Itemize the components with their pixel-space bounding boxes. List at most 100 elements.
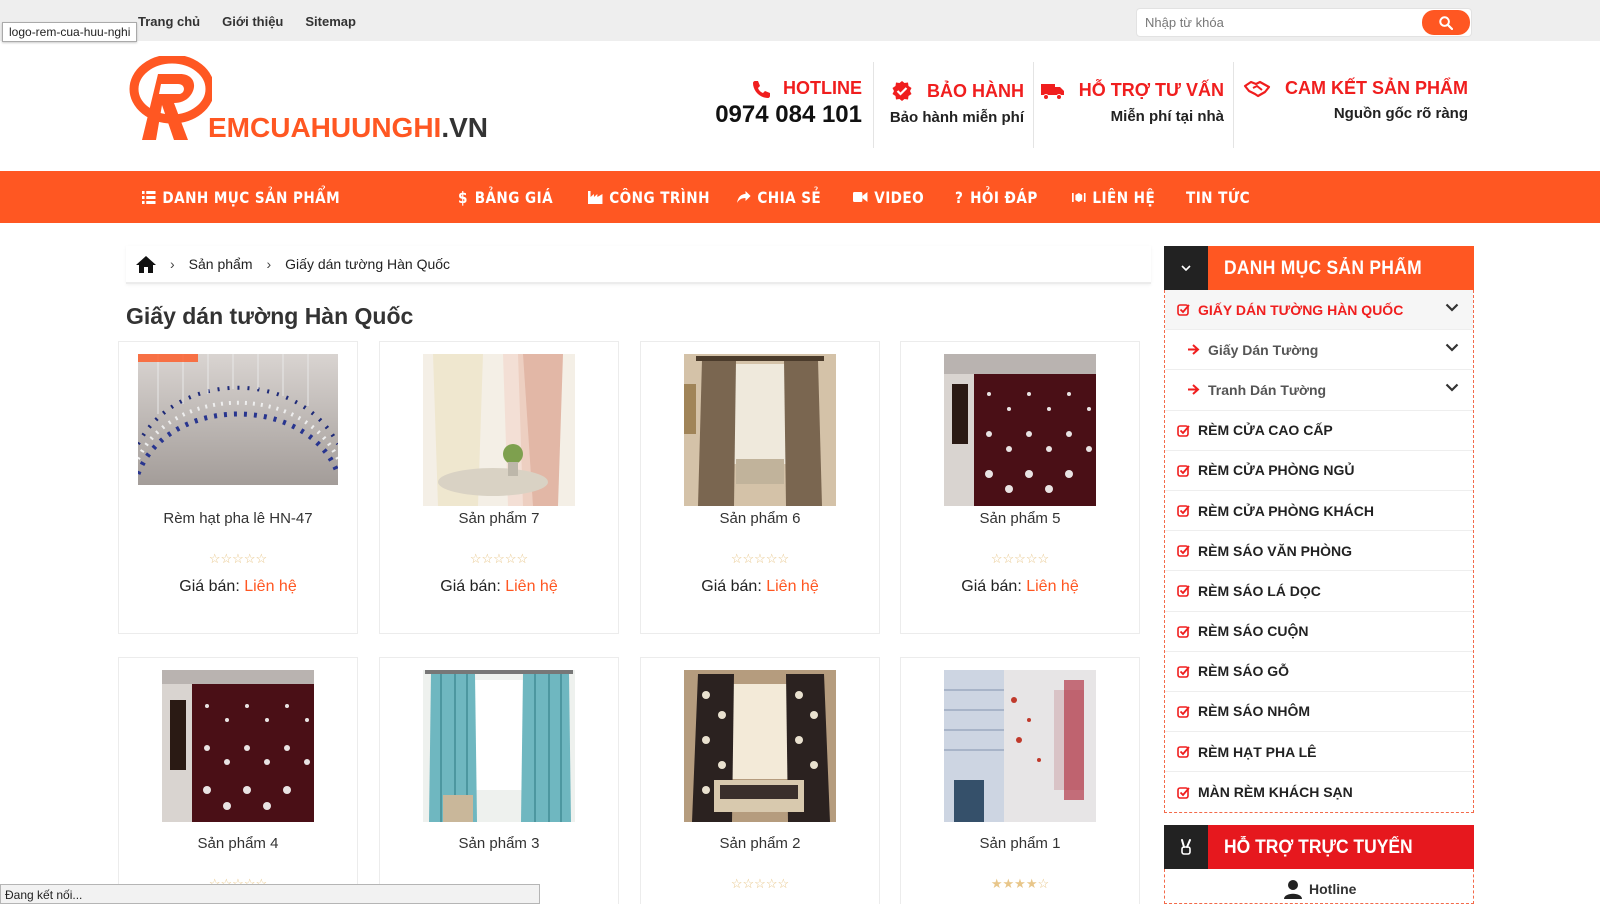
truck-icon [1040,83,1064,100]
nav-news[interactable]: TIN TỨC [1186,171,1250,223]
product-image[interactable] [423,670,575,822]
nav-video[interactable]: VIDEO [853,171,924,223]
nav-product-catalog[interactable]: DANH MỤC SẢN PHẨM [142,171,340,223]
nav-pricing[interactable]: $ BẢNG GIÁ [458,171,553,223]
logo-r-mark [129,56,212,140]
search-input[interactable] [1137,9,1419,36]
check-square-icon [1177,746,1190,758]
chevron-down-icon[interactable] [1445,343,1459,352]
nav-contact-label: LIÊN HỆ [1092,187,1156,207]
product-name[interactable]: Sản phẩm 3 [380,835,618,852]
sidebar-item-living-room-curtains[interactable]: RÈM CỬA PHÒNG KHÁCH [1165,491,1473,532]
nav-share-label: CHIA SẺ [757,187,822,207]
support-title: HỖ TRỢ TRỰC TUYẾN [1224,837,1413,858]
check-square-icon [1177,706,1190,718]
commitment-title: CAM KẾT SẢN PHẨM [1285,78,1468,98]
main-nav: DANH MỤC SẢN PHẨM $ BẢNG GIÁ CÔNG TRÌNH … [0,171,1600,223]
product-price: Giá bán: Liên hệ [380,578,618,596]
product-card[interactable]: Sản phẩm 2 ☆☆☆☆☆ [640,657,880,904]
rating-stars: ☆☆☆☆☆ [469,551,529,566]
support-title: HỖ TRỢ TƯ VẤN [1078,80,1224,100]
sidebar-item-korean-wallpaper[interactable]: GIẤY DÁN TƯỜNG HÀN QUỐC [1165,290,1473,331]
sidebar-item-bedroom-curtains[interactable]: RÈM CỬA PHÒNG NGỦ [1165,451,1473,491]
support-toggle[interactable] [1164,825,1208,869]
product-card[interactable]: Sản phẩm 3 [379,657,619,904]
sidebar-item-wood-blinds[interactable]: RÈM SÁO GỖ [1165,652,1473,692]
sidebar-item-label: RÈM CỬA PHÒNG KHÁCH [1198,502,1374,519]
product-name[interactable]: Sản phẩm 1 [901,835,1139,852]
breadcrumb-products[interactable]: Sản phẩm [189,256,253,272]
product-name[interactable]: Sản phẩm 6 [641,510,879,527]
rating-stars: ☆☆☆☆☆ [208,551,268,566]
check-square-icon [1177,787,1190,799]
logo-text: EMCUAHUUNGHI.VN [208,112,488,144]
product-card[interactable]: Sản phẩm 6 ☆☆☆☆☆ Giá bán: Liên hệ [640,341,880,634]
product-card[interactable]: Sản phẩm 1 ★★★★☆ [900,657,1140,904]
product-image[interactable] [684,354,836,506]
nav-faq[interactable]: ? HỎI ĐÁP [955,171,1038,223]
sidebar-item-crystal-bead-curtains[interactable]: RÈM HẠT PHA LÊ [1165,732,1473,773]
price-contact-link[interactable]: Liên hệ [766,578,819,595]
arrow-right-icon [1188,384,1200,396]
product-image[interactable] [423,354,575,506]
price-contact-link[interactable]: Liên hệ [244,578,297,595]
top-links: Trang chủ Giới thiệu Sitemap [138,14,356,29]
product-name[interactable]: Sản phẩm 7 [380,510,618,527]
support-sub: Miễn phí tại nhà [1110,108,1224,125]
product-image[interactable] [684,670,836,822]
top-link-sitemap[interactable]: Sitemap [305,14,356,29]
search-icon [1439,15,1453,30]
product-name[interactable]: Sản phẩm 4 [119,835,357,852]
nav-contact[interactable]: LIÊN HỆ [1072,171,1155,223]
share-icon [737,191,751,203]
sidebar-toggle[interactable] [1164,246,1208,290]
check-square-icon [1177,304,1190,316]
support-hotline[interactable]: Hotline [1283,879,1356,899]
sidebar-item-hotel-curtains[interactable]: MÀN RÈM KHÁCH SẠN [1165,772,1473,812]
sidebar-item-label: GIẤY DÁN TƯỜNG HÀN QUỐC [1198,301,1404,318]
sidebar-item-wallpaper[interactable]: Giấy Dán Tường [1165,330,1473,371]
sidebar-item-premium-curtains[interactable]: RÈM CỬA CAO CẤP [1165,411,1473,451]
top-link-about[interactable]: Giới thiệu [222,14,283,29]
browser-status-bar: Đang kết nối... [0,884,540,904]
sidebar-support: HỖ TRỢ TRỰC TUYẾN Hotline [1164,825,1474,904]
sidebar-item-label: MÀN RÈM KHÁCH SẠN [1198,784,1353,801]
price-contact-link[interactable]: Liên hệ [1026,578,1079,595]
question-icon: ? [955,187,964,207]
sidebar-item-vertical-blinds[interactable]: RÈM SÁO LÁ DỌC [1165,571,1473,612]
product-card[interactable]: Sản phẩm 7 ☆☆☆☆☆ Giá bán: Liên hệ [379,341,619,634]
video-camera-icon [853,192,868,202]
nav-video-label: VIDEO [874,187,925,207]
product-name[interactable]: Sản phẩm 5 [901,510,1139,527]
hotline-number[interactable]: 0974 084 101 [700,101,862,129]
sidebar-item-office-blinds[interactable]: RÈM SÁO VĂN PHÒNG [1165,531,1473,572]
chevron-down-icon[interactable] [1445,303,1459,312]
product-name[interactable]: Rèm hạt pha lê HN-47 [119,510,357,527]
home-icon[interactable] [136,255,156,273]
sidebar-header: DANH MỤC SẢN PHẨM [1164,246,1474,290]
nav-faq-label: HỎI ĐÁP [970,187,1038,207]
site-logo[interactable]: EMCUAHUUNGHI.VN [128,56,508,146]
nav-share[interactable]: CHIA SẺ [737,171,821,223]
rating-stars: ★★★★☆ [990,876,1050,891]
sidebar-item-label: RÈM SÁO GỖ [1198,663,1290,680]
nav-projects[interactable]: CÔNG TRÌNH [588,171,710,223]
sidebar-item-label: RÈM SÁO LÁ DỌC [1198,582,1321,599]
product-card[interactable]: Sản phẩm 5 ☆☆☆☆☆ Giá bán: Liên hệ [900,341,1140,634]
product-card[interactable]: Rèm hạt pha lê HN-47 ☆☆☆☆☆ Giá bán: Liên… [118,341,358,634]
warranty-sub: Bảo hành miễn phí [889,109,1024,126]
search-button[interactable] [1422,10,1470,35]
product-name[interactable]: Sản phẩm 2 [641,835,879,852]
product-image[interactable] [162,670,314,822]
sidebar-item-aluminum-blinds[interactable]: RÈM SÁO NHÔM [1165,692,1473,733]
sidebar-item-label: Tranh Dán Tường [1208,381,1327,398]
product-image[interactable] [138,354,338,485]
top-link-home[interactable]: Trang chủ [138,14,200,29]
sidebar-item-wall-painting[interactable]: Tranh Dán Tường [1165,370,1473,411]
product-card[interactable]: Sản phẩm 4 ☆☆☆☆☆ [118,657,358,904]
chevron-down-icon[interactable] [1445,383,1459,392]
product-image[interactable] [944,670,1096,822]
product-image[interactable] [944,354,1096,506]
price-contact-link[interactable]: Liên hệ [505,578,558,595]
sidebar-item-roller-blinds[interactable]: RÈM SÁO CUỘN [1165,612,1473,652]
